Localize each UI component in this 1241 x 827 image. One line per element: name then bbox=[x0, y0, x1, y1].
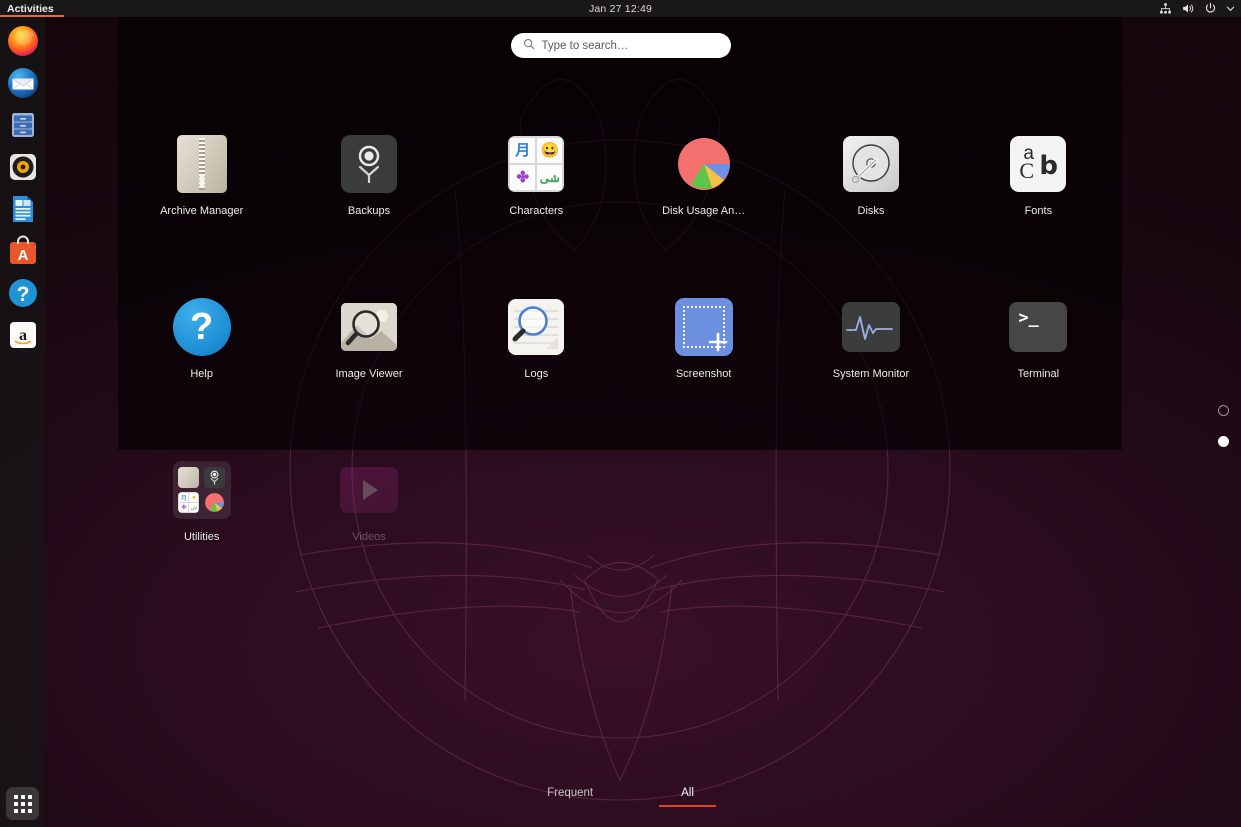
terminal-icon: >_ bbox=[1006, 295, 1070, 359]
dock-item-rhythmbox[interactable] bbox=[7, 151, 39, 183]
app-backups[interactable]: Backups bbox=[285, 132, 452, 217]
clock-button[interactable]: Jan 27 12:49 bbox=[0, 0, 1241, 17]
search-bar-container: Type to search… bbox=[0, 33, 1241, 58]
svg-text:a: a bbox=[19, 327, 27, 344]
archive-manager-icon bbox=[170, 132, 234, 196]
tab-label: Frequent bbox=[547, 787, 594, 799]
app-label: Archive Manager bbox=[160, 205, 244, 217]
power-icon[interactable] bbox=[1204, 2, 1217, 15]
page-indicators bbox=[1218, 405, 1229, 447]
app-folder-utilities[interactable]: 月 ● ✤ ش Utilities bbox=[118, 458, 285, 543]
char-glyph-symbol: ✤ bbox=[510, 165, 536, 190]
desktop-screen: Activities Jan 27 12:49 A ? a Type to se… bbox=[0, 0, 1241, 827]
backups-icon bbox=[337, 132, 401, 196]
app-disks[interactable]: Disks bbox=[787, 132, 954, 217]
app-archive-manager[interactable]: Archive Manager bbox=[118, 132, 285, 217]
top-bar: Activities Jan 27 12:49 bbox=[0, 0, 1241, 17]
app-label: Backups bbox=[347, 205, 391, 217]
tab-all[interactable]: All bbox=[659, 784, 716, 807]
svg-text:A: A bbox=[17, 247, 28, 264]
view-selector-tabs: Frequent All bbox=[0, 784, 1241, 807]
char-glyph-emoji: 😀 bbox=[537, 138, 563, 163]
activities-button[interactable]: Activities bbox=[0, 0, 64, 17]
app-label: System Monitor bbox=[832, 368, 910, 380]
folder-mini-archive-manager bbox=[178, 466, 201, 489]
volume-icon[interactable] bbox=[1181, 2, 1195, 15]
folder-mini-disk-usage-analyzer bbox=[203, 492, 226, 515]
app-grid: Archive Manager Backups 月 😀 ✤ شى Charact… bbox=[118, 132, 1122, 543]
dock-item-files[interactable] bbox=[7, 109, 39, 141]
app-label: Terminal bbox=[1017, 368, 1060, 380]
dock-item-help[interactable]: ? bbox=[7, 277, 39, 309]
dock-item-firefox[interactable] bbox=[7, 25, 39, 57]
logs-icon bbox=[504, 295, 568, 359]
char-glyph-arabic: شى bbox=[537, 165, 563, 190]
show-applications-button[interactable] bbox=[6, 787, 39, 820]
apps-grid-icon bbox=[13, 794, 32, 813]
app-label: Videos bbox=[352, 531, 386, 543]
font-glyph-b: b bbox=[1039, 151, 1058, 181]
app-label: Screenshot bbox=[675, 368, 732, 380]
network-icon[interactable] bbox=[1159, 2, 1172, 15]
search-icon bbox=[523, 37, 535, 55]
dock: A ? a bbox=[0, 17, 45, 827]
tab-label: All bbox=[681, 787, 694, 799]
clock-label: Jan 27 12:49 bbox=[588, 2, 653, 15]
svg-text:?: ? bbox=[16, 283, 29, 306]
app-label: Characters bbox=[509, 205, 564, 217]
app-fonts[interactable]: a C b Fonts bbox=[955, 132, 1122, 217]
disk-usage-analyzer-icon bbox=[672, 132, 736, 196]
app-disk-usage-analyzer[interactable]: Disk Usage An… bbox=[620, 132, 787, 217]
app-characters[interactable]: 月 😀 ✤ شى Characters bbox=[453, 132, 620, 217]
dock-item-libreoffice-writer[interactable] bbox=[7, 193, 39, 225]
app-image-viewer[interactable]: Image Viewer bbox=[285, 295, 452, 380]
disks-icon bbox=[839, 132, 903, 196]
page-indicator-1[interactable] bbox=[1218, 405, 1229, 416]
dock-item-ubuntu-software[interactable]: A bbox=[7, 235, 39, 267]
folder-mini-backups bbox=[203, 466, 226, 489]
app-terminal[interactable]: >_ Terminal bbox=[955, 295, 1122, 380]
folder-mini-characters: 月 ● ✤ ش bbox=[178, 492, 201, 515]
system-status-area[interactable] bbox=[1159, 0, 1235, 17]
app-label: Disk Usage An… bbox=[662, 205, 746, 217]
app-label: Fonts bbox=[1024, 205, 1053, 217]
chevron-down-icon[interactable] bbox=[1226, 4, 1235, 13]
dock-item-amazon[interactable]: a bbox=[7, 319, 39, 351]
image-viewer-icon bbox=[337, 295, 401, 359]
page-indicator-2[interactable] bbox=[1218, 436, 1229, 447]
utilities-folder-icon: 月 ● ✤ ش bbox=[170, 458, 234, 522]
app-label: Help bbox=[190, 368, 213, 380]
help-glyph: ? bbox=[190, 306, 214, 348]
characters-icon: 月 😀 ✤ شى bbox=[504, 132, 568, 196]
font-glyph-c: C bbox=[1019, 158, 1034, 183]
char-glyph-cjk: 月 bbox=[510, 138, 536, 163]
help-icon: ? bbox=[170, 295, 234, 359]
search-input[interactable]: Type to search… bbox=[510, 33, 731, 58]
app-label: Image Viewer bbox=[335, 368, 403, 380]
app-label: Logs bbox=[524, 368, 549, 380]
tab-frequent[interactable]: Frequent bbox=[525, 784, 615, 807]
dock-item-thunderbird[interactable] bbox=[7, 67, 39, 99]
app-system-monitor[interactable]: System Monitor bbox=[787, 295, 954, 380]
videos-icon bbox=[337, 458, 401, 522]
system-monitor-icon bbox=[839, 295, 903, 359]
app-logs[interactable]: Logs bbox=[453, 295, 620, 380]
app-screenshot[interactable]: Screenshot bbox=[620, 295, 787, 380]
terminal-prompt-glyph: >_ bbox=[1018, 308, 1039, 328]
screenshot-icon bbox=[672, 295, 736, 359]
app-help[interactable]: ? Help bbox=[118, 295, 285, 380]
search-placeholder: Type to search… bbox=[541, 39, 629, 52]
app-label: Disks bbox=[857, 205, 885, 217]
app-label: Utilities bbox=[183, 531, 220, 543]
fonts-icon: a C b bbox=[1006, 132, 1070, 196]
activities-label: Activities bbox=[7, 2, 54, 15]
app-videos[interactable]: Videos bbox=[285, 458, 452, 543]
